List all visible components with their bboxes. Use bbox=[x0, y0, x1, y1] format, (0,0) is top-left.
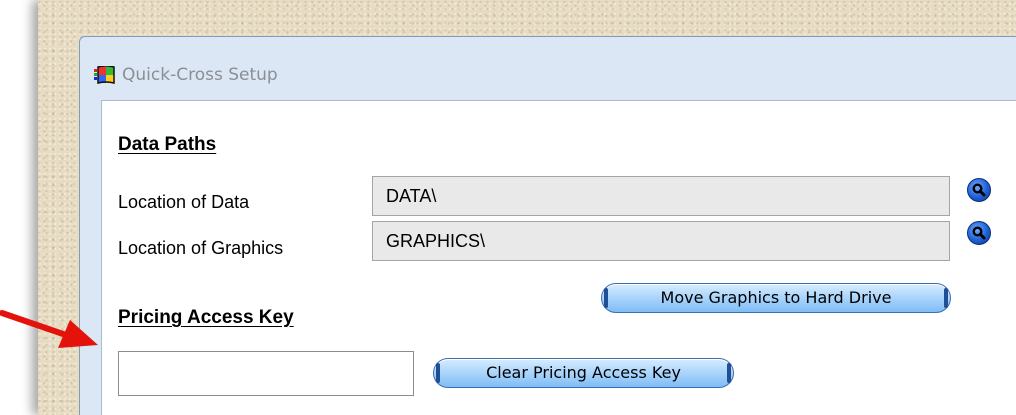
location-of-graphics-label: Location of Graphics bbox=[118, 238, 284, 258]
clear-pricing-key-button[interactable]: Clear Pricing Access Key bbox=[433, 358, 734, 388]
magnifier-icon bbox=[972, 226, 986, 240]
move-graphics-button[interactable]: Move Graphics to Hard Drive bbox=[601, 283, 951, 313]
pricing-access-key-input[interactable] bbox=[118, 351, 414, 396]
magnifier-icon bbox=[972, 183, 986, 197]
window-title: Quick-Cross Setup bbox=[122, 65, 278, 85]
pricing-access-key-heading: Pricing Access Key bbox=[118, 307, 294, 328]
location-of-data-field[interactable]: DATA\ bbox=[372, 176, 950, 216]
location-of-graphics-field[interactable]: GRAPHICS\ bbox=[372, 221, 950, 261]
app-logo-icon bbox=[94, 65, 116, 84]
data-paths-heading: Data Paths bbox=[118, 134, 217, 155]
title-bar: Quick-Cross Setup bbox=[80, 37, 1016, 99]
client-area: Data Paths Location of Data DATA\ Locati… bbox=[101, 100, 1016, 415]
browse-data-button[interactable] bbox=[967, 178, 991, 202]
setup-window: Quick-Cross Setup Data Paths Location of… bbox=[79, 36, 1016, 415]
location-of-data-label: Location of Data bbox=[118, 192, 250, 212]
pointer-arrow bbox=[0, 310, 98, 348]
browse-graphics-button[interactable] bbox=[967, 221, 991, 245]
